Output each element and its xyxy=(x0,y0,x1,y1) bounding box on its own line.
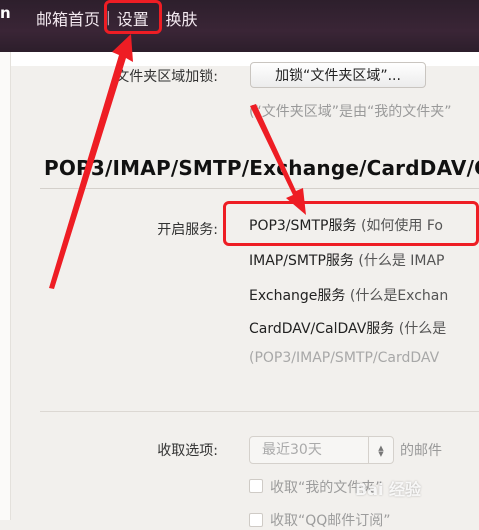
select-stepper-icon: ▲▼ xyxy=(368,437,393,463)
folder-lock-hint: (“文件夹区域”是由“我的文件夹” xyxy=(249,104,452,120)
service-name: IMAP/SMTP服务 xyxy=(249,253,354,269)
nav-change-skin[interactable]: 换肤 xyxy=(165,6,197,30)
service-imap-smtp: IMAP/SMTP服务 (什么是 IMAP xyxy=(249,250,445,270)
annotation-box-settings xyxy=(104,0,162,34)
section-divider xyxy=(40,188,479,189)
brand-logo-fragment: n xyxy=(0,4,11,22)
folder-lock-label: 文件夹区域加锁: xyxy=(115,69,218,85)
fetch-range-suffix: 的邮件 xyxy=(400,443,442,459)
lock-folder-area-button[interactable]: 加锁“文件夹区域”... xyxy=(250,62,426,88)
service-help-link[interactable]: (什么是 IMAP xyxy=(358,253,444,269)
service-help-link[interactable]: (什么是Exchan xyxy=(350,288,448,304)
nav-mailbox-home[interactable]: 邮箱首页 xyxy=(36,6,100,30)
section-divider xyxy=(40,411,479,412)
left-panel-edge xyxy=(0,52,11,520)
fetch-my-folders-checkbox[interactable] xyxy=(249,479,263,493)
services-label: 开启服务: xyxy=(157,222,218,238)
fetch-options-label: 收取选项: xyxy=(157,443,218,459)
watermark: Bai 经验 xyxy=(355,480,422,499)
fetch-qq-subscriptions-label: 收取“QQ邮件订阅” xyxy=(270,513,391,529)
top-navigation-bar: n 邮箱首页 | 设置 | 换肤 xyxy=(0,0,479,52)
section-title: POP3/IMAP/SMTP/Exchange/CardDAV/C xyxy=(44,156,479,180)
services-footnote: (POP3/IMAP/SMTP/CardDAV xyxy=(249,350,440,366)
annotation-box-pop3 xyxy=(223,201,479,246)
service-name: Exchange服务 xyxy=(249,288,346,304)
service-name: CardDAV/CalDAV服务 xyxy=(249,321,395,337)
service-carddav-caldav: CardDAV/CalDAV服务 (什么是 xyxy=(249,318,446,338)
service-exchange: Exchange服务 (什么是Exchan xyxy=(249,285,448,305)
service-help-link[interactable]: (什么是 xyxy=(399,321,446,337)
fetch-range-select[interactable]: 最近30天 ▲▼ xyxy=(249,436,394,464)
fetch-qq-subscriptions-checkbox[interactable] xyxy=(249,513,263,527)
fetch-range-value: 最近30天 xyxy=(262,442,322,458)
